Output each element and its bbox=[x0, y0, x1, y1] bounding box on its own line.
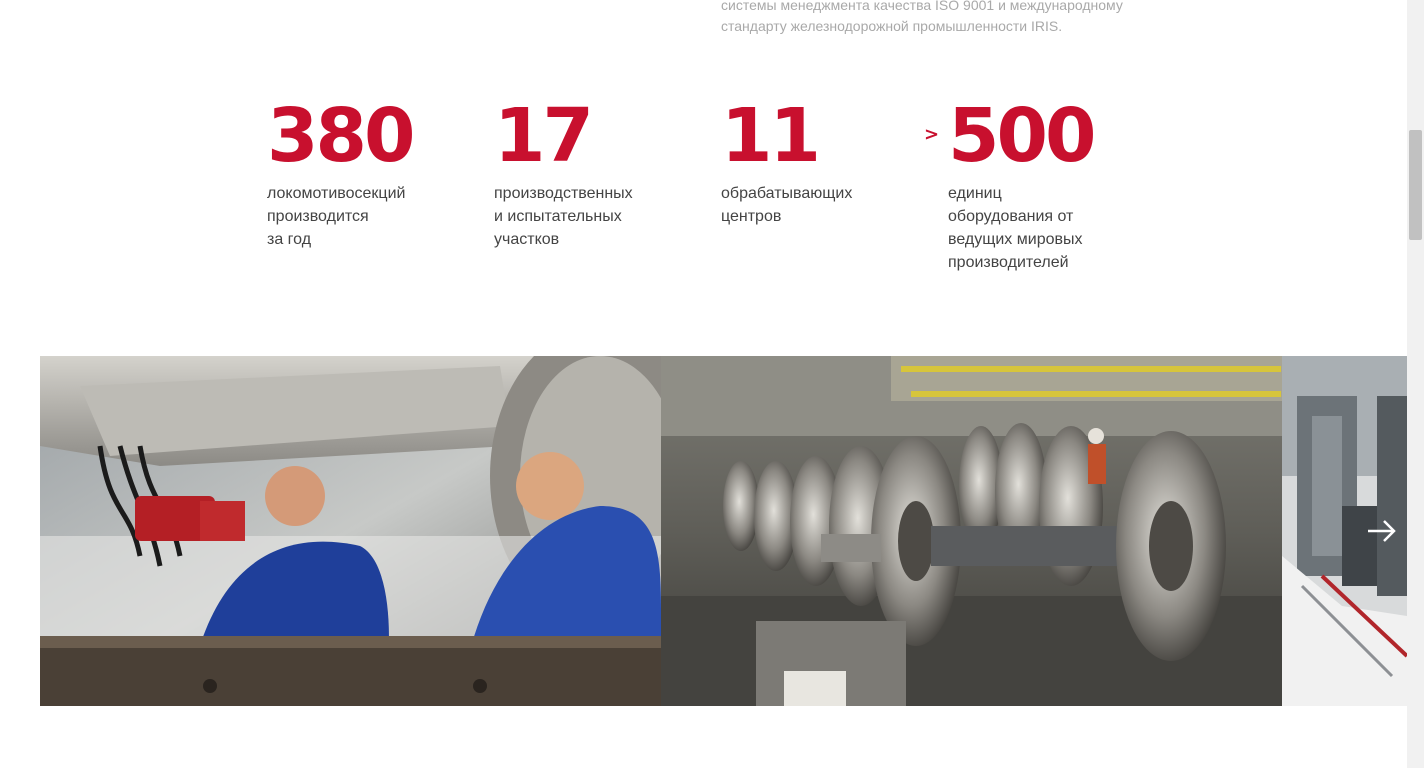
stat-label: локомотивосекций производится за год bbox=[267, 185, 406, 248]
stat-label: единиц оборудования от ведущих мировых п… bbox=[948, 185, 1083, 271]
stat-number: 500 bbox=[948, 93, 1096, 179]
gallery-next-arrow-icon[interactable] bbox=[1362, 516, 1402, 546]
stat-locomotive-sections: 380 локомотивосекций производится за год bbox=[267, 92, 467, 251]
stat-equipment-units: 500 единиц оборудования от ведущих миров… bbox=[948, 92, 1148, 274]
stat-number: 17 bbox=[494, 93, 594, 179]
stat-machining-centers: 11 обрабатывающих центров bbox=[721, 92, 921, 228]
intro-line-1: системы менеджмента качества ISO 9001 и … bbox=[721, 0, 1123, 13]
stat-number: 380 bbox=[267, 93, 415, 179]
intro-text: системы менеджмента качества ISO 9001 и … bbox=[721, 0, 1151, 37]
gallery-slide-1[interactable] bbox=[40, 356, 661, 706]
photo-gallery[interactable] bbox=[40, 356, 1407, 706]
intro-line-2: стандарту железнодорожной промышленности… bbox=[721, 18, 1063, 34]
photo-wheelsets-workshop-icon bbox=[661, 356, 1282, 706]
gallery-slide-2[interactable] bbox=[661, 356, 1282, 706]
scrollbar-thumb[interactable] bbox=[1409, 130, 1422, 240]
stat-label: обрабатывающих центров bbox=[721, 185, 853, 225]
greater-than-sign: > bbox=[924, 124, 940, 145]
page-scrollbar[interactable] bbox=[1407, 0, 1424, 768]
stat-label: производственных и испытательных участко… bbox=[494, 185, 633, 248]
stat-number: 11 bbox=[721, 93, 821, 179]
photo-workers-assembling-icon bbox=[40, 356, 661, 706]
stat-production-sites: 17 производственных и испытательных учас… bbox=[494, 92, 694, 251]
